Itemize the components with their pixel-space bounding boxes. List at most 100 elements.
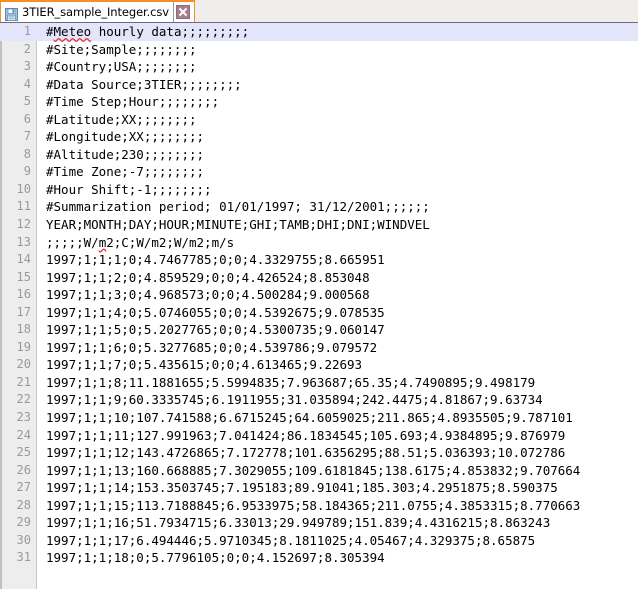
- line-number: 1: [23, 24, 31, 38]
- code-line[interactable]: 23 1997;1;1;10;107.741588;6.6715245;64.60…: [0, 409, 638, 427]
- code-line[interactable]: 9 #Time Zone;-7;;;;;;;;: [0, 163, 638, 181]
- line-number: 30: [16, 532, 31, 547]
- line-text: 1997;1;1;4;0;5.0746055;0;0;4.5392675;9.0…: [46, 304, 385, 320]
- line-text: 1997;1;1;16;51.7934715;6.33013;29.949789…: [46, 515, 551, 531]
- line-text: #Longitude;XX;;;;;;;;: [46, 129, 205, 145]
- line-text: 1997;1;1;18;0;5.7796105;0;0;4.152697;8.3…: [46, 550, 385, 566]
- line-text: #Data Source;3TIER;;;;;;;;: [46, 76, 242, 92]
- line-number: 23: [16, 410, 31, 425]
- code-line[interactable]: 19 1997;1;1;6;0;5.3277685;0;0;4.539786;9.…: [0, 339, 638, 357]
- tab-label: 3TIER_sample_Integer.csv: [22, 4, 169, 19]
- line-text: 1997;1;1;6;0;5.3277685;0;0;4.539786;9.07…: [46, 339, 378, 355]
- editor-pane[interactable]: 1 #Meteo hourly data;;;;;;;;; 2 #Site;Sampl…: [0, 22, 638, 589]
- line-text: #Summarization period; 01/01/1997; 31/12…: [46, 199, 430, 215]
- code-line[interactable]: 27 1997;1;1;14;153.3503745;7.195183;89.91…: [0, 479, 638, 497]
- save-floppy-icon: [5, 6, 18, 21]
- code-line[interactable]: 1 #Meteo hourly data;;;;;;;;;: [0, 23, 638, 41]
- line-number: 26: [16, 462, 31, 477]
- line-text: 1997;1;1;14;153.3503745;7.195183;89.9104…: [46, 480, 558, 496]
- code-line[interactable]: 5 #Time Step;Hour;;;;;;;;: [0, 93, 638, 111]
- line-text: 1997;1;1;17;6.494446;5.9710345;8.1811025…: [46, 532, 536, 548]
- code-line[interactable]: 15 1997;1;1;2;0;4.859529;0;0;4.426524;8.8…: [0, 269, 638, 287]
- code-line[interactable]: 10 #Hour Shift;-1;;;;;;;;: [0, 181, 638, 199]
- line-number: 21: [16, 374, 31, 389]
- code-line[interactable]: 14 1997;1;1;1;0;4.7467785;0;0;4.3329755;8…: [0, 251, 638, 269]
- line-number: 13: [16, 234, 31, 249]
- line-number: 19: [16, 339, 31, 354]
- line-number: 15: [16, 269, 31, 284]
- spellcheck-underline: Meteo: [53, 24, 92, 39]
- close-x-icon[interactable]: [176, 5, 190, 19]
- code-line[interactable]: 4 #Data Source;3TIER;;;;;;;;: [0, 76, 638, 94]
- line-text: 1997;1;1;10;107.741588;6.6715245;64.6059…: [46, 410, 573, 426]
- line-number: 31: [16, 550, 31, 565]
- line-text: 1997;1;1;1;0;4.7467785;0;0;4.3329755;8.6…: [46, 252, 385, 268]
- line-text: ;;;;;W/m2;C;W/m2;W/m2;m/s: [46, 234, 235, 250]
- line-text: 1997;1;1;15;113.7188845;6.9533975;58.184…: [46, 497, 581, 513]
- code-line[interactable]: 24 1997;1;1;11;127.991963;7.041424;86.183…: [0, 427, 638, 445]
- line-number: 5: [23, 94, 31, 109]
- code-line[interactable]: 17 1997;1;1;4;0;5.0746055;0;0;4.5392675;9…: [0, 304, 638, 322]
- line-number: 24: [16, 427, 31, 442]
- code-line[interactable]: 31 1997;1;1;18;0;5.7796105;0;0;4.152697;8…: [0, 549, 638, 567]
- code-line[interactable]: 2 #Site;Sample;;;;;;;;: [0, 41, 638, 59]
- line-number: 18: [16, 322, 31, 337]
- line-number: 14: [16, 252, 31, 267]
- line-number: 12: [16, 217, 31, 232]
- line-text: 1997;1;1;5;0;5.2027765;0;0;4.5300735;9.0…: [46, 322, 385, 338]
- line-number: 29: [16, 515, 31, 530]
- line-number: 6: [23, 111, 31, 126]
- line-text: 1997;1;1;12;143.4726865;7.172778;101.635…: [46, 445, 566, 461]
- line-number: 22: [16, 392, 31, 407]
- code-line[interactable]: 28 1997;1;1;15;113.7188845;6.9533975;58.1…: [0, 497, 638, 515]
- line-number: 11: [16, 199, 31, 214]
- line-text: #Time Step;Hour;;;;;;;;: [46, 94, 220, 110]
- csv-editor-window: 3TIER_sample_Integer.csv 1 #Meteo hourly …: [0, 0, 638, 589]
- line-text: #Latitude;XX;;;;;;;;: [46, 111, 197, 127]
- line-number: 20: [16, 357, 31, 372]
- line-number: 7: [23, 129, 31, 144]
- code-line[interactable]: 6 #Latitude;XX;;;;;;;;: [0, 111, 638, 129]
- code-line[interactable]: 18 1997;1;1;5;0;5.2027765;0;0;4.5300735;9…: [0, 321, 638, 339]
- line-text: 1997;1;1;3;0;4.968573;0;0;4.500284;9.000…: [46, 287, 370, 303]
- code-line[interactable]: 20 1997;1;1;7;0;5.435615;0;0;4.613465;9.2…: [0, 356, 638, 374]
- code-line[interactable]: 26 1997;1;1;13;160.668885;7.3029055;109.6…: [0, 462, 638, 480]
- code-line[interactable]: 22 1997;1;1;9;60.3335745;6.1911955;31.035…: [0, 391, 638, 409]
- line-number: 10: [16, 181, 31, 196]
- tab-divider: [173, 1, 174, 22]
- spellcheck-underline: m: [98, 234, 107, 250]
- line-number: 16: [16, 287, 31, 302]
- line-text: #Time Zone;-7;;;;;;;;: [46, 164, 205, 180]
- tab-bar: 3TIER_sample_Integer.csv: [0, 0, 638, 22]
- line-number: 17: [16, 304, 31, 319]
- code-line[interactable]: 21 1997;1;1;8;11.1881655;5.5994835;7.9636…: [0, 374, 638, 392]
- line-text: 1997;1;1;7;0;5.435615;0;0;4.613465;9.226…: [46, 357, 363, 373]
- code-line[interactable]: 11 #Summarization period; 01/01/1997; 31/…: [0, 198, 638, 216]
- code-line[interactable]: 7 #Longitude;XX;;;;;;;;: [0, 128, 638, 146]
- code-line[interactable]: 16 1997;1;1;3;0;4.968573;0;0;4.500284;9.0…: [0, 286, 638, 304]
- code-line[interactable]: 8 #Altitude;230;;;;;;;;: [0, 146, 638, 164]
- line-text: 1997;1;1;9;60.3335745;6.1911955;31.03589…: [46, 392, 543, 408]
- line-text: 1997;1;1;11;127.991963;7.041424;86.18345…: [46, 427, 566, 443]
- tab-3tier-sample-integer-csv[interactable]: 3TIER_sample_Integer.csv: [0, 0, 195, 22]
- line-number: 2: [23, 41, 31, 56]
- line-text: #Hour Shift;-1;;;;;;;;: [46, 181, 212, 197]
- line-number: 25: [16, 445, 31, 460]
- line-text: 1997;1;1;13;160.668885;7.3029055;109.618…: [46, 462, 581, 478]
- code-line[interactable]: 12 YEAR;MONTH;DAY;HOUR;MINUTE;GHI;TAMB;DH…: [0, 216, 638, 234]
- line-text: #Altitude;230;;;;;;;;: [46, 146, 205, 162]
- code-line[interactable]: 25 1997;1;1;12;143.4726865;7.172778;101.6…: [0, 444, 638, 462]
- line-number: 3: [23, 59, 31, 74]
- line-number: 27: [16, 480, 31, 495]
- line-text: 1997;1;1;2;0;4.859529;0;0;4.426524;8.853…: [46, 269, 370, 285]
- line-text: #Country;USA;;;;;;;;: [46, 59, 197, 75]
- line-number: 28: [16, 497, 31, 512]
- line-text: YEAR;MONTH;DAY;HOUR;MINUTE;GHI;TAMB;DHI;…: [46, 217, 430, 233]
- code-area[interactable]: 1 #Meteo hourly data;;;;;;;;; 2 #Site;Sampl…: [0, 23, 638, 589]
- code-line[interactable]: 13 ;;;;;W/m2;C;W/m2;W/m2;m/s: [0, 234, 638, 252]
- code-line[interactable]: 30 1997;1;1;17;6.494446;5.9710345;8.18110…: [0, 532, 638, 550]
- code-line[interactable]: 3 #Country;USA;;;;;;;;: [0, 58, 638, 76]
- line-text: #Meteo hourly data;;;;;;;;;: [46, 24, 250, 39]
- code-line[interactable]: 29 1997;1;1;16;51.7934715;6.33013;29.9497…: [0, 514, 638, 532]
- line-text: 1997;1;1;8;11.1881655;5.5994835;7.963687…: [46, 374, 536, 390]
